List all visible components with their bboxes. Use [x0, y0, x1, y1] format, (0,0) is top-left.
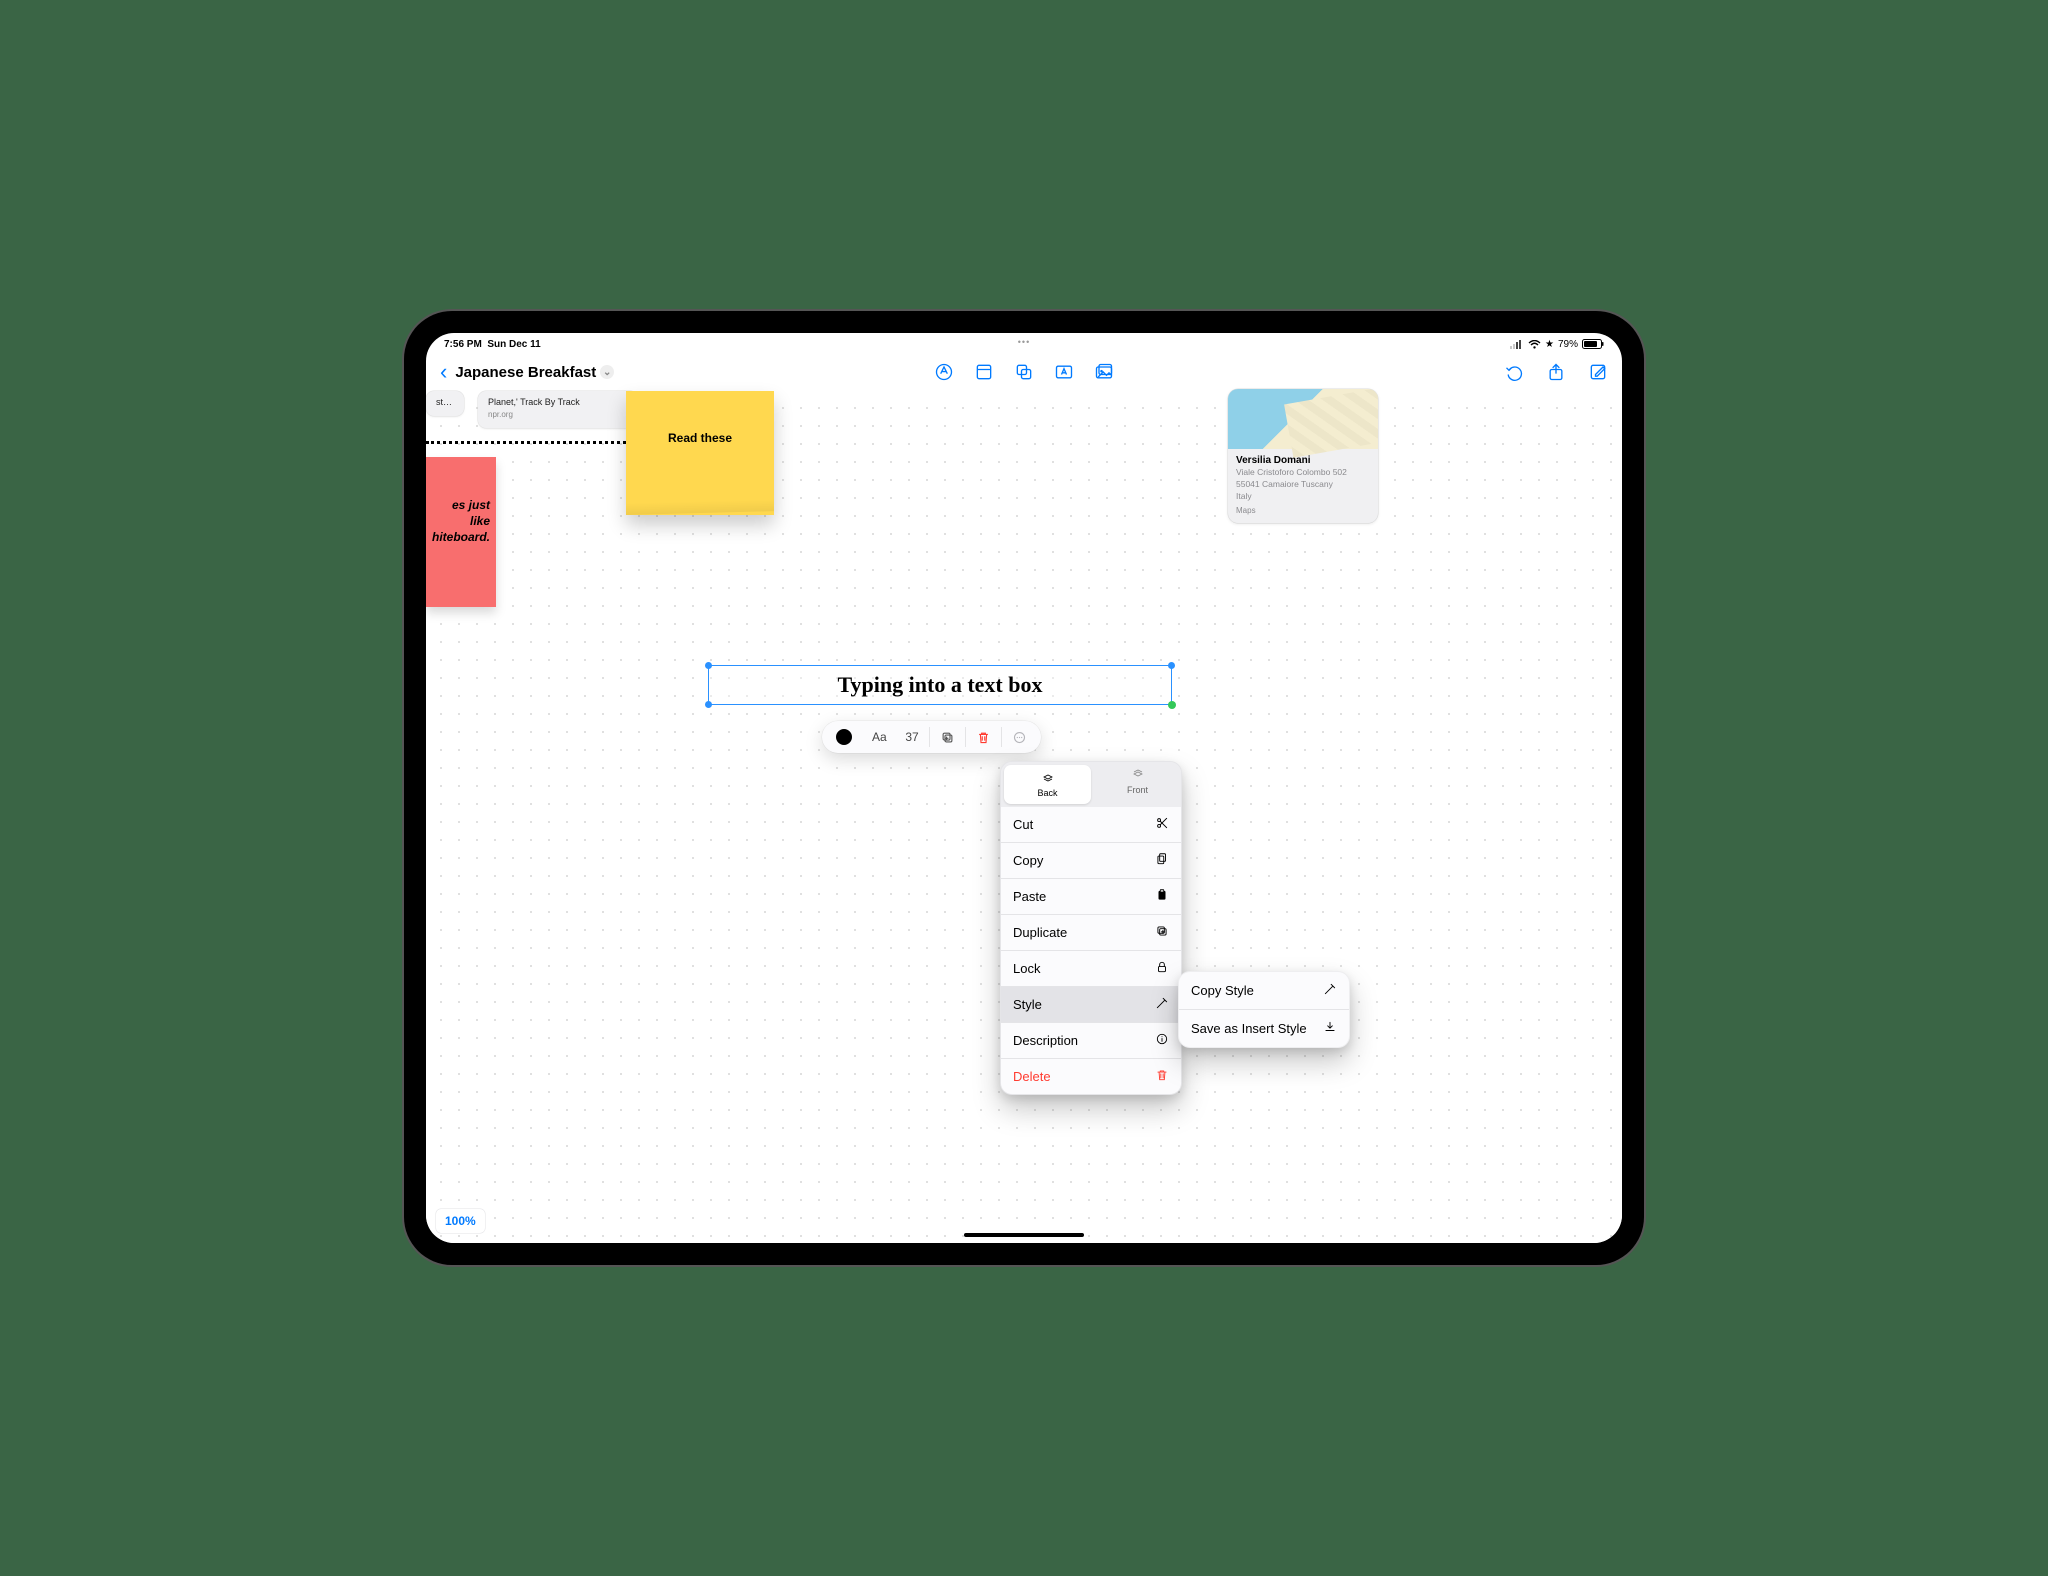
duplicate-mini-button[interactable]	[930, 721, 965, 753]
submenu-item-copy-style[interactable]: Copy Style	[1179, 972, 1349, 1009]
zoom-indicator[interactable]: 100%	[436, 1209, 485, 1233]
map-card[interactable]: Versilia Domani Viale Cristoforo Colombo…	[1228, 389, 1378, 523]
color-picker-button[interactable]	[826, 721, 862, 753]
segment-back[interactable]: Back	[1004, 765, 1091, 804]
battery-icon	[1582, 339, 1604, 349]
menu-item-description[interactable]: Description	[1001, 1022, 1181, 1058]
style-submenu: Copy StyleSave as Insert Style	[1178, 971, 1350, 1048]
clipboard-icon	[1154, 888, 1169, 905]
board-title[interactable]: Japanese Breakfast ⌄	[455, 364, 614, 381]
dotted-divider	[426, 441, 631, 444]
stack-front-icon	[1132, 768, 1144, 780]
link-card-partial[interactable]: st…	[426, 391, 464, 416]
media-tool-icon[interactable]	[1094, 362, 1114, 382]
lock-icon	[1154, 960, 1169, 977]
pen-tool-icon[interactable]	[934, 362, 954, 382]
menu-item-lock[interactable]: Lock	[1001, 950, 1181, 986]
resize-handle-bl[interactable]	[705, 701, 712, 708]
dropper-icon	[1323, 982, 1337, 999]
cellular-icon	[1510, 340, 1524, 349]
textbox-content[interactable]: Typing into a text box	[838, 672, 1043, 698]
two-docs-icon	[1154, 852, 1169, 869]
shapes-tool-icon[interactable]	[1014, 362, 1034, 382]
link-card-source: npr.org	[488, 410, 628, 420]
menu-item-copy[interactable]: Copy	[1001, 842, 1181, 878]
selected-textbox[interactable]: Typing into a text box	[708, 665, 1172, 705]
scissors-icon	[1154, 816, 1169, 833]
link-card-title: Planet,' Track By Track	[488, 397, 628, 408]
map-addr-3: Italy	[1236, 491, 1370, 502]
submenu-item-save-insert-style[interactable]: Save as Insert Style	[1179, 1009, 1349, 1047]
text-edit-toolbar: Aa 37	[822, 721, 1041, 753]
status-date: Sun Dec 11	[487, 339, 540, 350]
menu-item-style[interactable]: Style	[1001, 986, 1181, 1022]
wifi-icon	[1528, 340, 1541, 349]
resize-handle-tr[interactable]	[1168, 662, 1175, 669]
back-button[interactable]: ‹	[440, 359, 447, 385]
info-icon	[1154, 1032, 1169, 1049]
map-thumbnail	[1228, 389, 1378, 449]
battery-pct: 79%	[1558, 339, 1578, 350]
map-addr-2: 55041 Camaiore Tuscany	[1236, 479, 1370, 490]
compose-button[interactable]	[1588, 362, 1608, 382]
text-tool-icon[interactable]	[1054, 362, 1074, 382]
resize-handle-br[interactable]	[1168, 701, 1176, 709]
sticky-note-tool-icon[interactable]	[974, 362, 994, 382]
status-time: 7:56 PM	[444, 339, 482, 350]
menu-item-duplicate[interactable]: Duplicate	[1001, 914, 1181, 950]
color-swatch-icon	[836, 729, 852, 745]
undo-button[interactable]	[1504, 362, 1524, 382]
save-icon	[1323, 1020, 1337, 1037]
segment-front[interactable]: Front	[1094, 762, 1181, 807]
menu-item-paste[interactable]: Paste	[1001, 878, 1181, 914]
link-card[interactable]: Planet,' Track By Track npr.org	[478, 391, 638, 428]
dropper-icon	[1154, 996, 1169, 1013]
dup-icon	[1154, 924, 1169, 941]
resize-handle-tl[interactable]	[705, 662, 712, 669]
app-toolbar: ‹ Japanese Breakfast ⌄	[426, 351, 1622, 393]
context-menu: Back Front CutCopyPasteDuplicateLockStyl…	[1000, 761, 1182, 1095]
yellow-sticky-note[interactable]: Read these	[626, 391, 774, 515]
share-button[interactable]	[1546, 362, 1566, 382]
chevron-down-icon[interactable]: ⌄	[600, 365, 614, 379]
more-mini-button[interactable]	[1002, 721, 1037, 753]
status-right: ★ 79%	[1510, 339, 1604, 350]
font-button[interactable]: Aa 37	[862, 721, 929, 753]
sticky-text: Read these	[668, 431, 732, 445]
map-source: Maps	[1236, 506, 1370, 515]
delete-mini-button[interactable]	[966, 721, 1001, 753]
stack-back-icon	[1042, 771, 1054, 783]
map-addr-1: Viale Cristoforo Colombo 502	[1236, 467, 1370, 478]
map-name: Versilia Domani	[1236, 455, 1370, 466]
trash-icon	[1154, 1068, 1169, 1085]
window-grabber-icon[interactable]: •••	[1018, 337, 1030, 347]
red-sticky-note[interactable]: es just like hiteboard.	[426, 457, 496, 607]
menu-item-cut[interactable]: Cut	[1001, 807, 1181, 842]
home-indicator[interactable]	[964, 1233, 1084, 1237]
menu-item-delete[interactable]: Delete	[1001, 1058, 1181, 1094]
freeform-canvas[interactable]: st… Planet,' Track By Track npr.org es j…	[426, 393, 1622, 1243]
